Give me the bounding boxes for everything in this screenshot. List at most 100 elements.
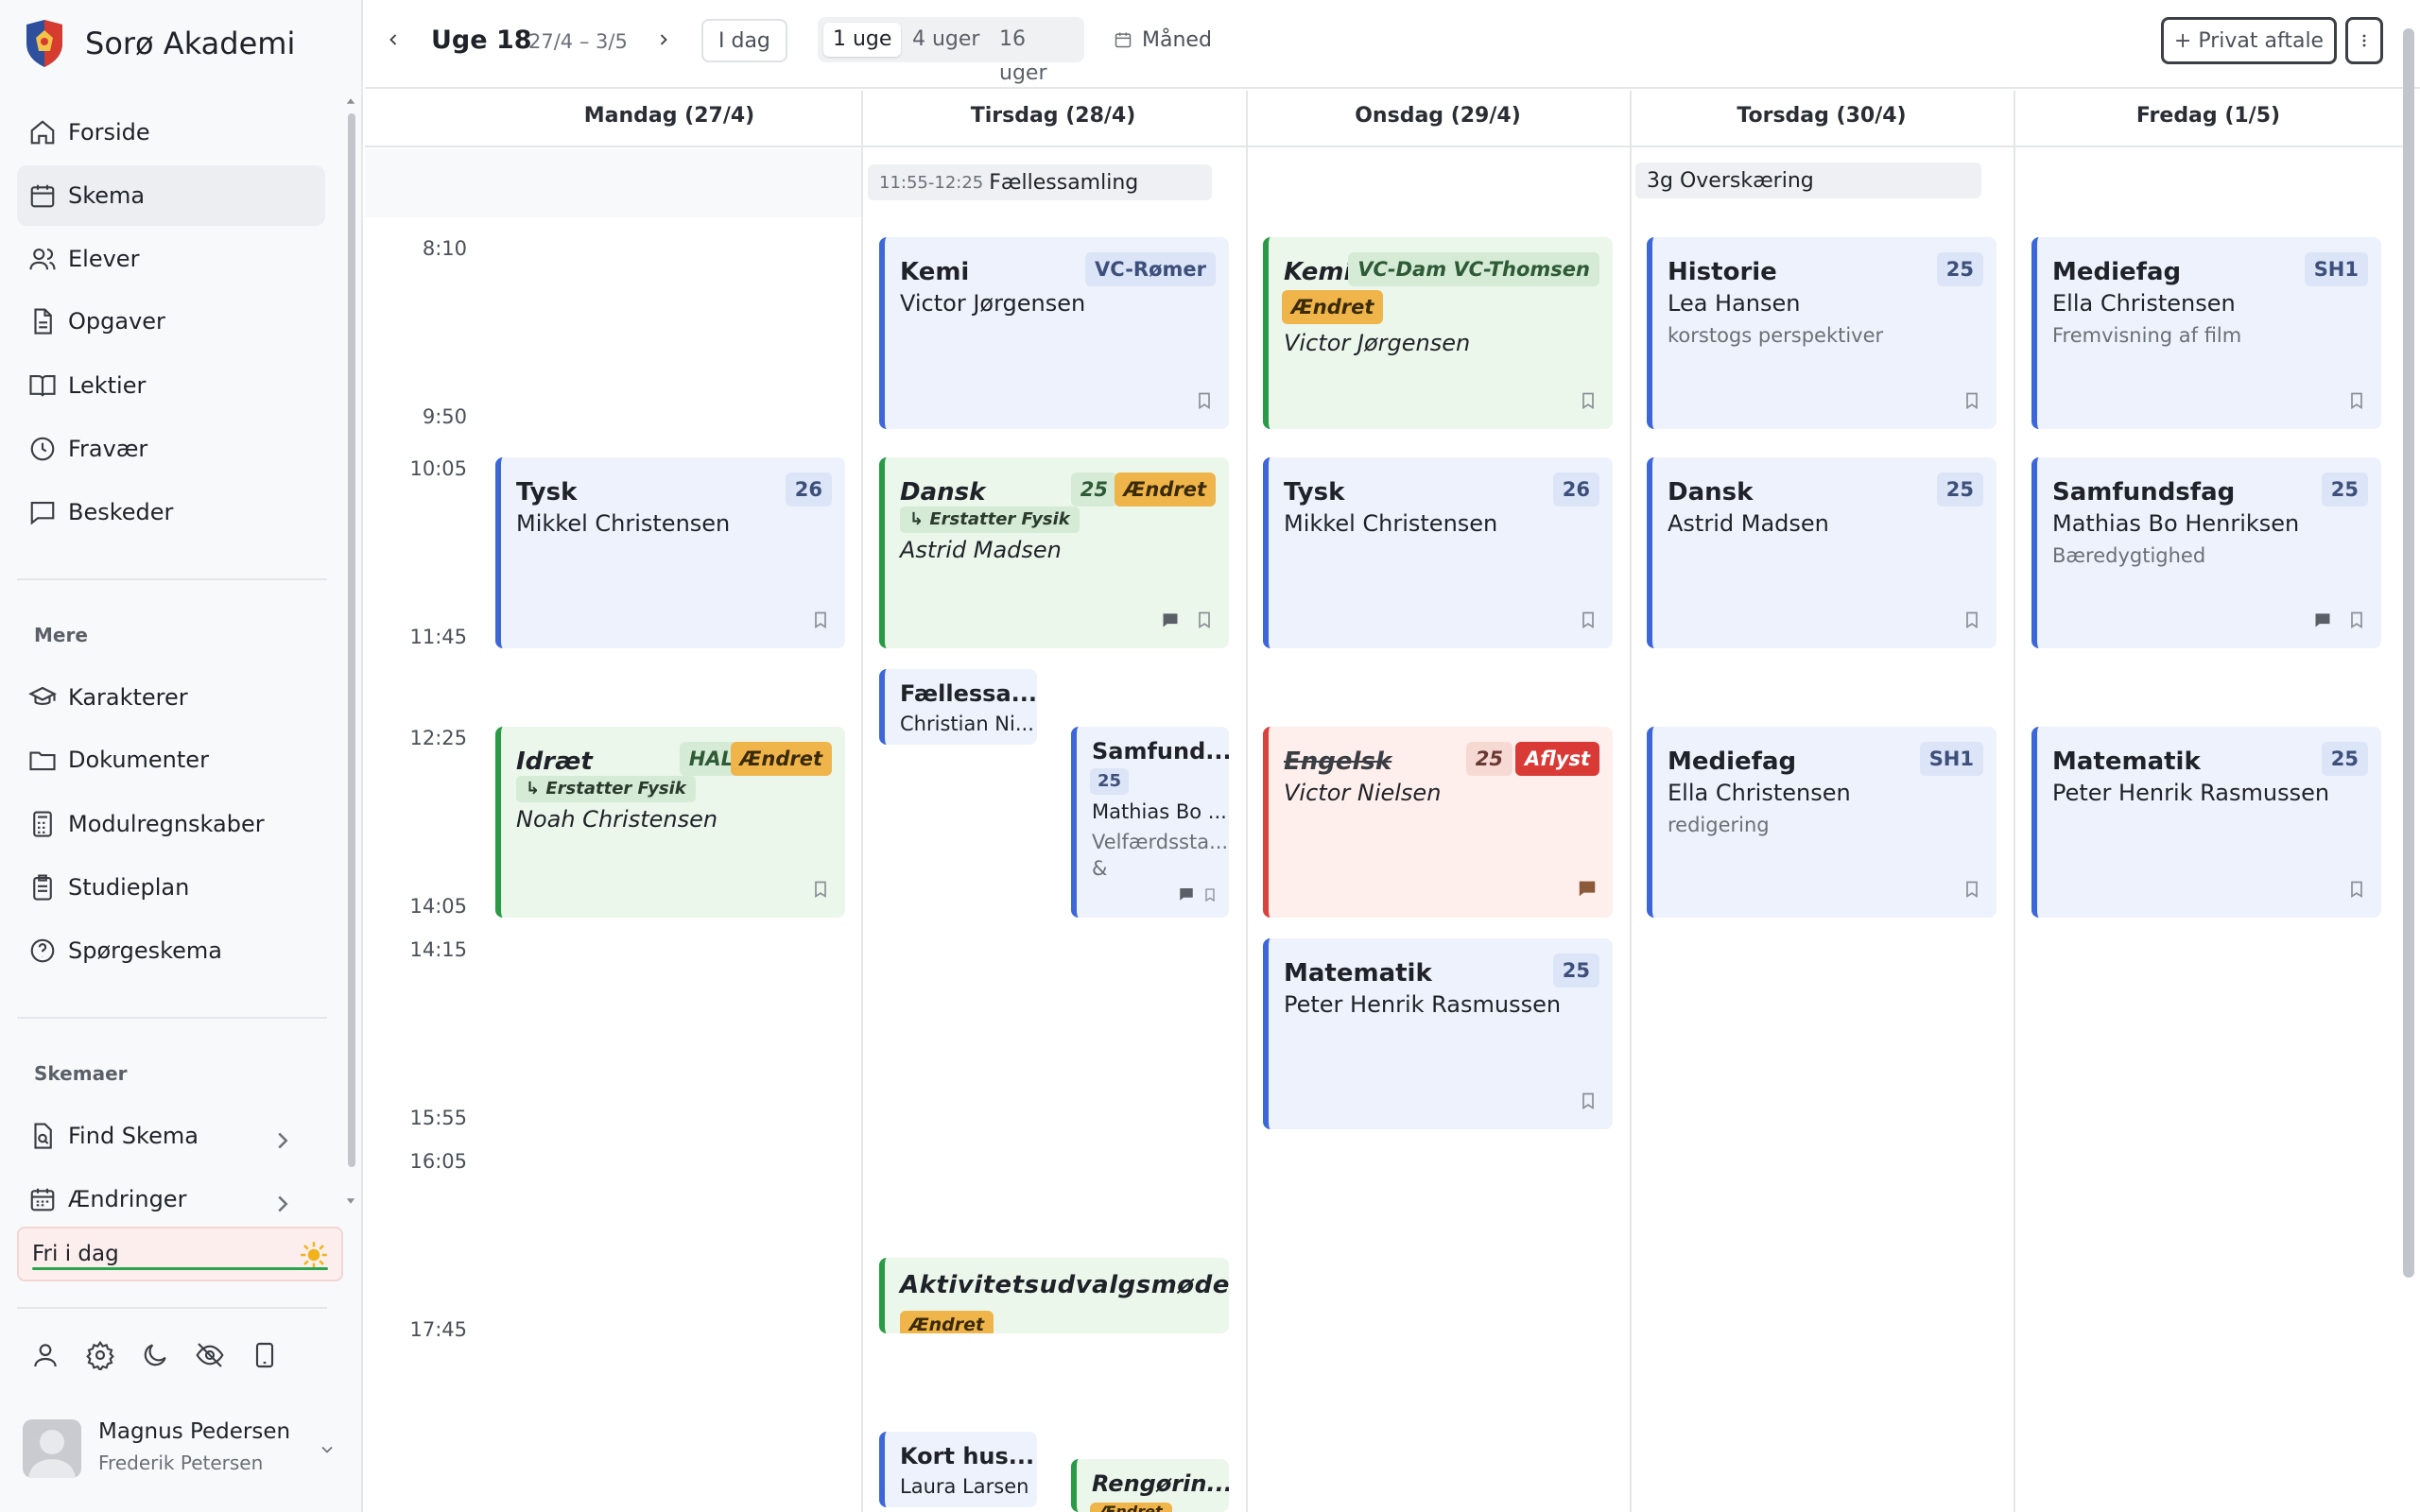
room-badge: 25 [1090, 768, 1130, 795]
event-tue-aktivitetsudvalgsmoede[interactable]: Aktivitetsudvalgsmøde Ændret [879, 1258, 1229, 1333]
event-thu-dansk[interactable]: Dansk 25 Astrid Madsen [1647, 457, 1996, 648]
nav-aendringer[interactable]: Ændringer [17, 1169, 325, 1229]
bookmark-icon[interactable] [1579, 391, 1598, 410]
bookmark-icon[interactable] [1195, 391, 1214, 410]
home-icon [30, 120, 55, 145]
nav-elever[interactable]: Elever [17, 229, 325, 289]
month-button[interactable]: Måned [1114, 17, 1212, 62]
nav-spoergeskema[interactable]: Spørgeskema [17, 920, 325, 981]
nav-label: Spørgeskema [68, 937, 222, 964]
scroll-up-icon[interactable] [344, 94, 357, 108]
bookmark-icon[interactable] [1202, 887, 1218, 902]
nav-label: Find Skema [68, 1123, 199, 1149]
comment-icon[interactable] [1178, 885, 1195, 902]
comment-icon[interactable] [1577, 878, 1598, 899]
time-label: 15:55 [409, 1107, 467, 1129]
allday-event-faellessamling[interactable]: 11:55-12:25 Fællessamling [868, 164, 1212, 200]
scroll-down-icon[interactable] [344, 1194, 357, 1208]
calendar-grid-icon [30, 1188, 55, 1211]
school-name: Sorø Akademi [85, 26, 296, 61]
room-badge: 26 [785, 472, 832, 507]
nav-label: Studieplan [68, 874, 190, 901]
changed-tag: Ændret [730, 742, 832, 776]
event-tue-kemi[interactable]: Kemi VC-Rømer Victor Jørgensen [879, 237, 1229, 429]
bookmark-icon[interactable] [1962, 880, 1981, 899]
bookmark-icon[interactable] [1579, 1091, 1598, 1110]
user-icon[interactable] [30, 1340, 60, 1370]
time-label: 17:45 [409, 1318, 467, 1341]
event-wed-engelsk[interactable]: Engelsk 25 Aflyst Victor Nielsen [1263, 727, 1613, 918]
event-tue-dansk[interactable]: Dansk 25 Ændret ↳ Erstatter Fysik Astrid… [879, 457, 1229, 648]
nav-opgaver[interactable]: Opgaver [17, 291, 325, 352]
event-wed-tysk[interactable]: Tysk 26 Mikkel Christensen [1263, 457, 1613, 648]
event-tue-samfundsfag[interactable]: Samfund... 25 Mathias Bo ... Velfærdssta… [1071, 727, 1229, 918]
bookmark-icon[interactable] [811, 880, 830, 899]
eye-off-icon[interactable] [195, 1340, 225, 1370]
allday-event-overskaering[interactable]: 3g Overskæring [1635, 163, 1981, 198]
event-wed-kemi[interactable]: Kemi VC-Dam VC-Thomsen Ændret Victor Jør… [1263, 237, 1613, 429]
nav-forside[interactable]: Forside [17, 102, 325, 163]
sidebar-scroll-thumb[interactable] [348, 113, 355, 1167]
event-tue-faellessamling[interactable]: Fællessa... Christian Ni... [879, 669, 1037, 745]
event-thu-mediefag[interactable]: Mediefag SH1 Ella Christensen redigering [1647, 727, 1996, 918]
event-subject: Dansk [900, 478, 986, 507]
event-fri-mediefag[interactable]: Mediefag SH1 Ella Christensen Fremvisnin… [2031, 237, 2381, 429]
next-week-button[interactable] [654, 17, 683, 62]
gear-icon[interactable] [85, 1340, 115, 1370]
nav-dokumenter[interactable]: Dokumenter [17, 730, 325, 790]
chevron-down-icon[interactable] [318, 1440, 337, 1459]
nav-beskeder[interactable]: Beskeder [17, 482, 325, 542]
event-tue-kort-hus[interactable]: Kort hus... Laura Larsen [879, 1432, 1037, 1507]
event-note: Velfærdssta... [1092, 831, 1229, 853]
cancelled-tag: Aflyst [1514, 742, 1599, 776]
comment-icon[interactable] [1161, 610, 1180, 629]
range-4-weeks[interactable]: 4 uger [903, 23, 989, 57]
nav-label: Beskeder [68, 499, 174, 525]
today-button[interactable]: I dag [701, 19, 787, 62]
event-name: 3g Overskæring [1647, 168, 1814, 193]
bookmark-icon[interactable] [1195, 610, 1214, 629]
bookmark-icon[interactable] [2347, 610, 2366, 629]
bookmark-icon[interactable] [811, 610, 830, 629]
bookmark-icon[interactable] [1579, 610, 1598, 629]
range-16-weeks[interactable]: 16 uger [990, 23, 1084, 85]
bookmark-icon[interactable] [2347, 880, 2366, 899]
book-open-icon [29, 374, 56, 397]
event-fri-matematik[interactable]: Matematik 25 Peter Henrik Rasmussen [2031, 727, 2381, 918]
event-mon-tysk[interactable]: Tysk 26 Mikkel Christensen [495, 457, 845, 648]
event-teacher: Noah Christensen [516, 806, 718, 833]
moon-icon[interactable] [140, 1340, 170, 1370]
event-subject: Tysk [1284, 478, 1345, 507]
free-today-banner: Fri i dag [17, 1227, 343, 1281]
brand[interactable]: Sorø Akademi [25, 17, 295, 70]
chevron-right-icon [278, 1132, 288, 1149]
event-wed-matematik[interactable]: Matematik 25 Peter Henrik Rasmussen [1263, 938, 1613, 1129]
room-badge: SH1 [1919, 742, 1983, 776]
nav-karakterer[interactable]: Karakterer [17, 667, 325, 728]
nav-skema[interactable]: Skema [17, 165, 325, 226]
event-fri-samfundsfag[interactable]: Samfundsfag 25 Mathias Bo Henriksen Bære… [2031, 457, 2381, 648]
prev-week-button[interactable] [384, 17, 412, 62]
comment-icon[interactable] [2313, 610, 2332, 629]
event-mon-idraet[interactable]: Idræt HAL Ændret ↳ Erstatter Fysik Noah … [495, 727, 845, 918]
event-note: & [1092, 857, 1108, 880]
page-scrollbar[interactable] [2403, 28, 2414, 1278]
event-thu-historie[interactable]: Historie 25 Lea Hansen korstogs perspekt… [1647, 237, 1996, 429]
room-badge: 25 [1465, 742, 1512, 776]
event-tue-rengoering[interactable]: Rengørin... Ændret [1071, 1459, 1229, 1512]
private-appointment-button[interactable]: + Privat aftale [2161, 17, 2337, 64]
range-1-week[interactable]: 1 uge [823, 23, 902, 57]
event-subject: Mediefag [1668, 747, 1797, 776]
tablet-icon[interactable] [250, 1340, 280, 1370]
more-options-button[interactable] [2345, 17, 2383, 64]
nav-fravaer[interactable]: Fravær [17, 419, 325, 479]
bookmark-icon[interactable] [1962, 610, 1981, 629]
nav-studieplan[interactable]: Studieplan [17, 857, 325, 918]
nav-modulregnskaber[interactable]: Modulregnskaber [17, 794, 325, 854]
nav-find-skema[interactable]: Find Skema [17, 1106, 325, 1166]
event-name: Fællessamling [989, 170, 1139, 195]
bookmark-icon[interactable] [1962, 391, 1981, 410]
user-profile[interactable]: Magnus Pedersen Frederik Petersen [23, 1419, 344, 1480]
bookmark-icon[interactable] [2347, 391, 2366, 410]
nav-lektier[interactable]: Lektier [17, 355, 325, 416]
